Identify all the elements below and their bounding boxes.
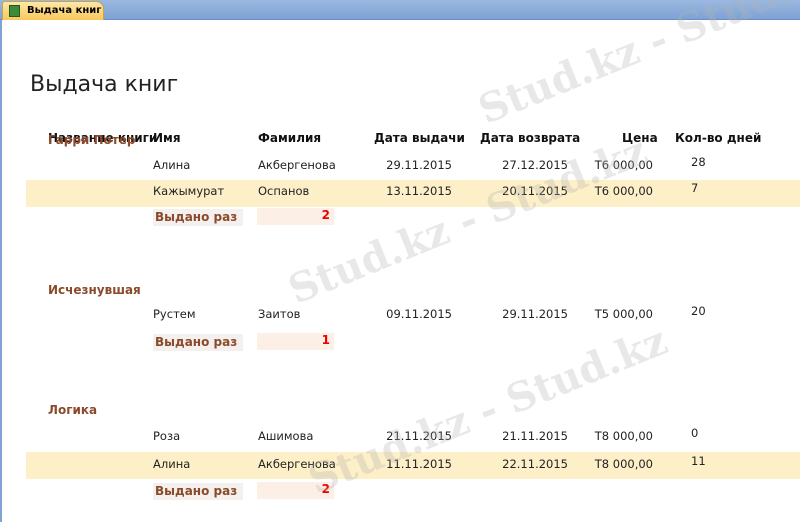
header-days: Кол-во дней xyxy=(675,131,762,145)
group-book-name: Логика xyxy=(48,403,98,417)
group-book-name: Гарри Потер xyxy=(48,133,136,147)
cell-days: 28 xyxy=(691,155,706,169)
summary-count: 1 xyxy=(257,333,334,350)
cell-first-name: Кажымурат xyxy=(153,184,225,198)
cell-first-name: Алина xyxy=(153,158,191,172)
cell-issue-date: 13.11.2015 xyxy=(386,184,452,198)
cell-last-name: Акбергенова xyxy=(258,158,336,172)
tab-vydacha-knig[interactable]: Выдача книг xyxy=(2,1,104,20)
tab-label: Выдача книг xyxy=(27,5,102,16)
header-first-name: Имя xyxy=(153,131,181,145)
cell-first-name: Рустем xyxy=(153,307,196,321)
summary-count: 2 xyxy=(257,208,334,225)
cell-days: 0 xyxy=(691,426,699,440)
cell-days: 20 xyxy=(691,304,706,318)
summary-label: Выдано раз xyxy=(153,334,243,351)
group-book-name: Исчезнувшая xyxy=(48,283,141,297)
cell-issue-date: 09.11.2015 xyxy=(386,307,452,321)
cell-last-name: Ашимова xyxy=(258,429,314,443)
cell-first-name: Роза xyxy=(153,429,181,443)
report-icon xyxy=(9,5,20,17)
cell-price: Т5 000,00 xyxy=(594,307,653,321)
header-last-name: Фамилия xyxy=(258,131,322,145)
summary-label: Выдано раз xyxy=(153,209,243,226)
summary-label: Выдано раз xyxy=(153,483,243,500)
cell-days: 11 xyxy=(691,454,706,468)
cell-last-name: Оспанов xyxy=(258,184,310,198)
report-page: Выдача книг Название книги Имя Фамилия Д… xyxy=(0,0,800,522)
cell-return-date: 22.11.2015 xyxy=(502,457,568,471)
cell-days: 7 xyxy=(691,181,699,195)
report-title: Выдача книг xyxy=(30,72,179,97)
cell-price: Т8 000,00 xyxy=(594,429,653,443)
cell-first-name: Алина xyxy=(153,457,191,471)
watermark: Stud.kz - Stud.kz xyxy=(282,126,654,314)
header-issue-date: Дата выдачи xyxy=(374,131,465,145)
cell-price: Т8 000,00 xyxy=(594,457,653,471)
cell-return-date: 29.11.2015 xyxy=(502,307,568,321)
watermark: Stud.kz - Stud.kz xyxy=(472,0,800,134)
cell-issue-date: 29.11.2015 xyxy=(386,158,452,172)
header-return-date: Дата возврата xyxy=(480,131,581,145)
cell-last-name: Заитов xyxy=(258,307,301,321)
